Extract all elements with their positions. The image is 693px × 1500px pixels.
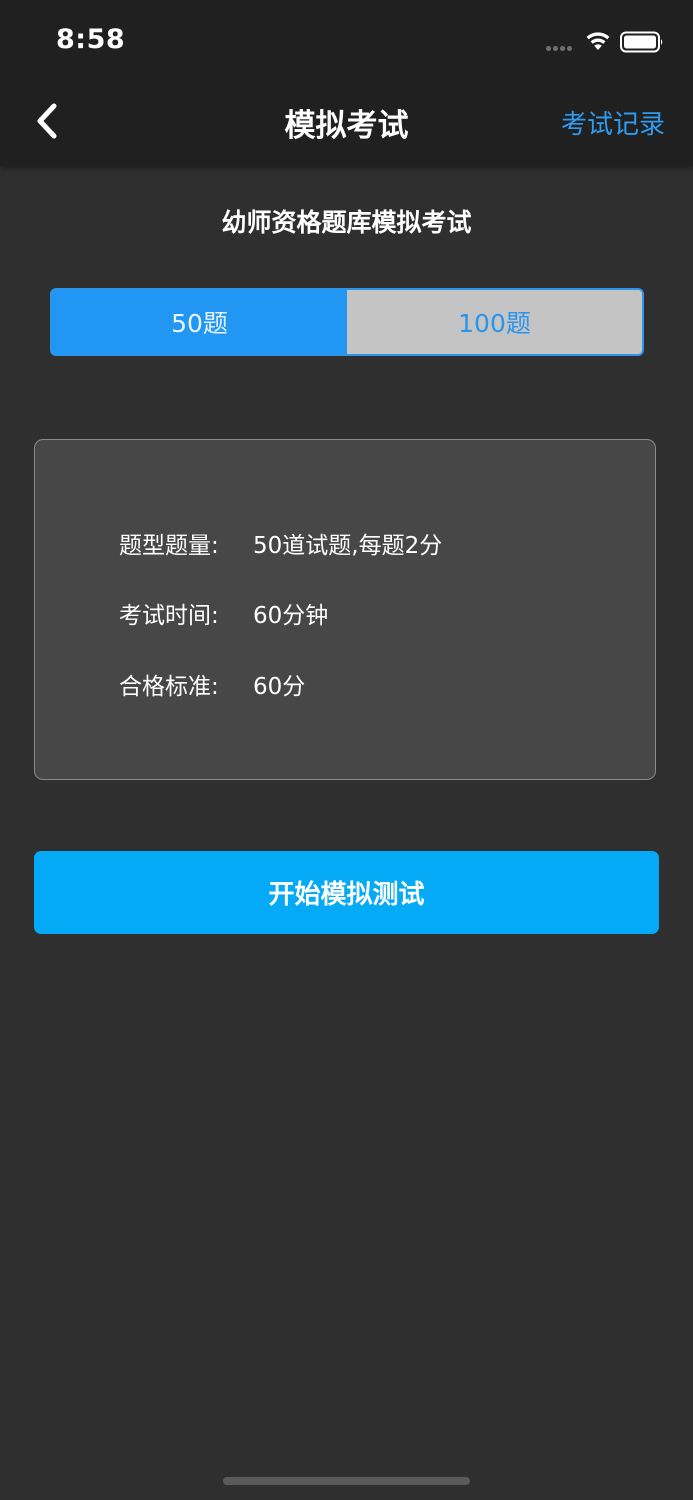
status-time: 8:58 bbox=[56, 24, 126, 55]
exam-info-card: 题型题量: 50道试题,每题2分 考试时间: 60分钟 合格标准: 60分 bbox=[34, 439, 656, 780]
info-value: 50道试题,每题2分 bbox=[253, 533, 443, 559]
info-label: 合格标准: bbox=[119, 674, 219, 700]
battery-icon bbox=[620, 31, 663, 53]
info-row-pass-standard: 合格标准: 60分 bbox=[119, 667, 305, 701]
info-label: 题型题量: bbox=[119, 533, 219, 559]
home-indicator[interactable] bbox=[223, 1477, 470, 1485]
signal-dots-icon bbox=[546, 46, 578, 52]
wifi-icon bbox=[586, 32, 610, 50]
segment-100-questions[interactable]: 100题 bbox=[347, 290, 642, 354]
chevron-left-icon[interactable] bbox=[30, 100, 66, 144]
exam-screen: 8:58 模拟考试 考试记录 幼师资格题库模拟考试 50题 100题 题型题量:… bbox=[0, 0, 693, 1500]
info-value: 60分钟 bbox=[253, 603, 329, 629]
info-label: 考试时间: bbox=[119, 603, 219, 629]
exam-records-link[interactable]: 考试记录 bbox=[561, 104, 665, 141]
question-count-selector: 50题 100题 bbox=[50, 288, 644, 356]
exam-name: 幼师资格题库模拟考试 bbox=[221, 208, 472, 237]
segment-50-questions[interactable]: 50题 bbox=[52, 290, 347, 354]
info-value: 60分 bbox=[253, 674, 306, 700]
info-row-exam-time: 考试时间: 60分钟 bbox=[119, 596, 328, 630]
header: 8:58 模拟考试 考试记录 bbox=[0, 0, 693, 166]
start-mock-test-button[interactable]: 开始模拟测试 bbox=[34, 851, 659, 934]
info-row-question-type: 题型题量: 50道试题,每题2分 bbox=[119, 526, 442, 560]
